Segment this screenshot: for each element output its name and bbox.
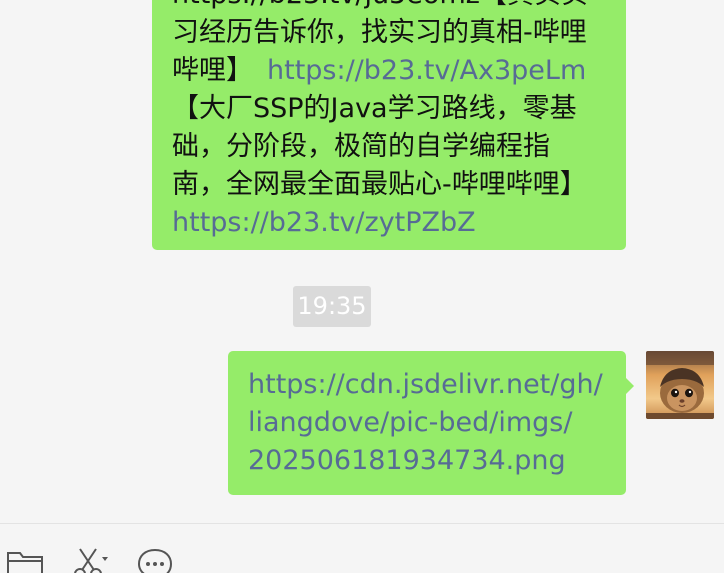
message-link-line[interactable]: 202506181934734.png bbox=[248, 442, 620, 480]
message-link-line[interactable]: https://cdn.jsdelivr.net/gh/ bbox=[248, 366, 620, 404]
message-text-line: 础，分阶段，极简的自学编程指 bbox=[172, 131, 550, 162]
avatar[interactable] bbox=[646, 351, 714, 419]
message-bubble[interactable]: https://cdn.jsdelivr.net/gh/ liangdove/p… bbox=[228, 351, 634, 495]
message-timestamp: 19:35 bbox=[293, 286, 371, 327]
message-link-line[interactable]: liangdove/pic-bed/imgs/ bbox=[248, 404, 620, 442]
scissors-icon[interactable] bbox=[72, 544, 112, 573]
message-text-line: 哔哩】 https://b23.tv/Ax3peLm bbox=[172, 52, 616, 90]
message-text-line: 南，全网最全面最贴心-哔哩哔哩】 bbox=[172, 169, 587, 200]
message-bubble[interactable]: https://b23.tv/ju5eomz【真实实 习经历告诉你，找实习的真相… bbox=[152, 0, 626, 250]
input-toolbar bbox=[0, 524, 724, 573]
message-link[interactable]: https://b23.tv/zytPZbZ bbox=[172, 204, 616, 242]
message-text-line: 习经历告诉你，找实习的真相-哔哩 bbox=[172, 17, 587, 48]
message-link[interactable]: https://b23.tv/Ax3peLm bbox=[267, 55, 586, 86]
bubble-tail bbox=[625, 377, 634, 395]
message-text: 哔哩】 bbox=[172, 55, 253, 86]
chat-bubble-icon[interactable] bbox=[136, 544, 176, 573]
chat-message-area[interactable]: https://b23.tv/ju5eomz【真实实 习经历告诉你，找实习的真相… bbox=[0, 0, 724, 523]
message-text-line: 【大厂SSP的Java学习路线，零基 bbox=[172, 93, 577, 124]
folder-icon[interactable] bbox=[5, 544, 45, 573]
message-text-line: https://b23.tv/ju5eomz【真实实 bbox=[172, 0, 616, 14]
